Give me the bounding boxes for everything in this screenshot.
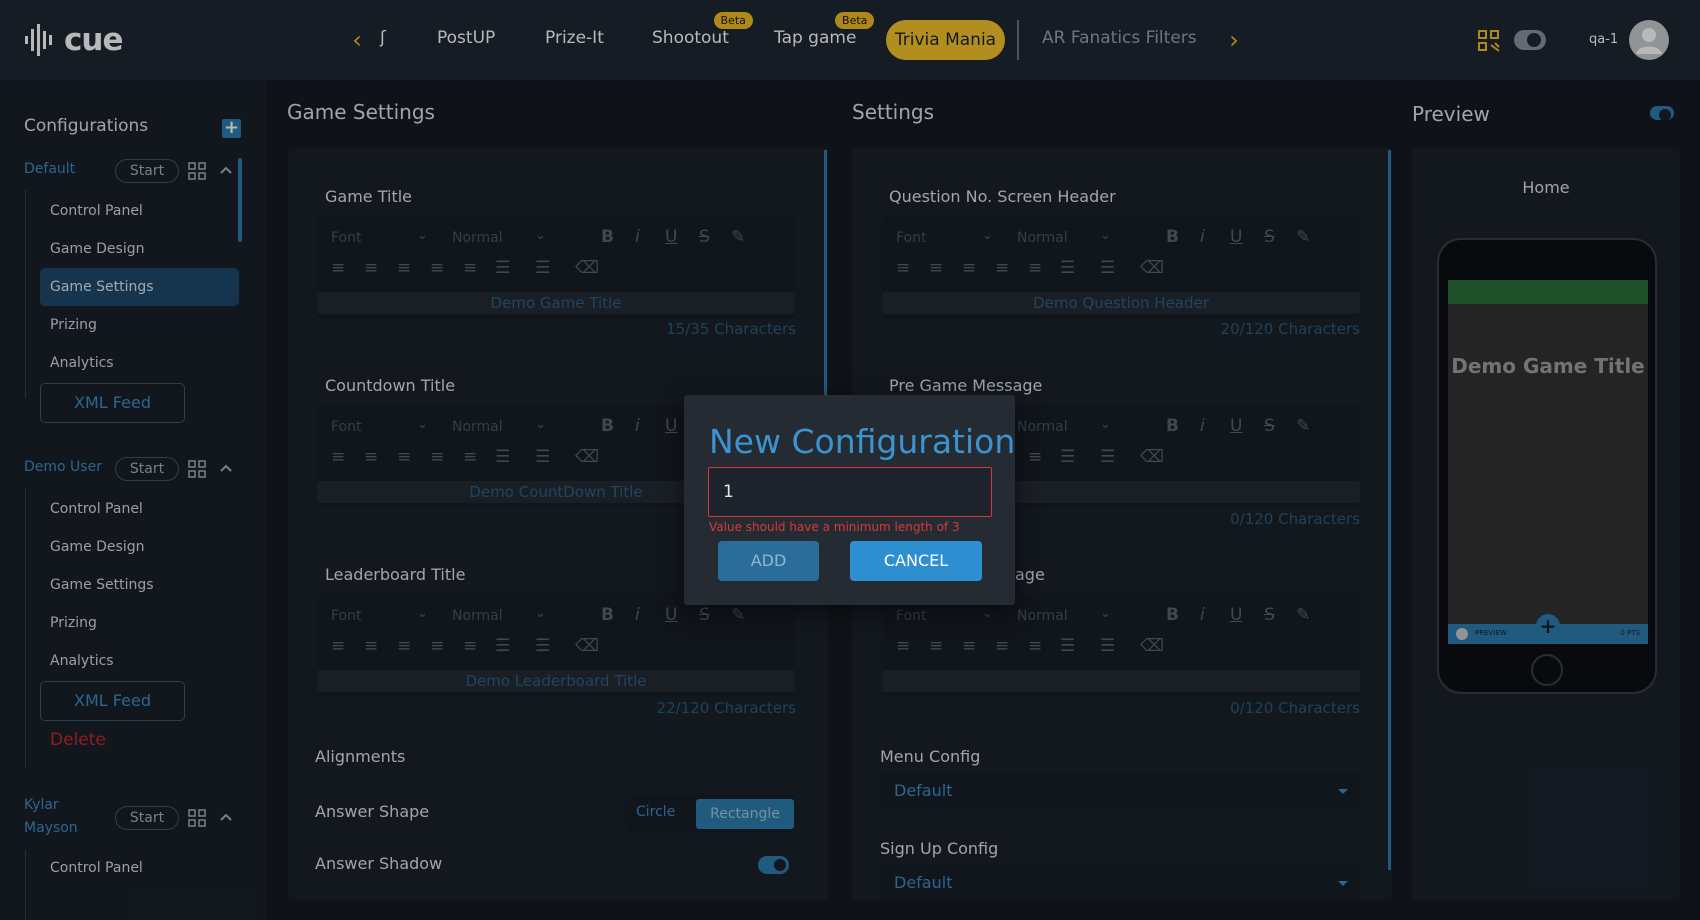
validation-error: Value should have a minimum length of 3 [709,520,960,534]
add-button[interactable]: ADD [718,541,819,581]
configuration-name-input[interactable] [708,467,992,517]
dialog-title: New Configuration [709,422,1016,461]
cancel-button[interactable]: CANCEL [850,541,982,581]
new-configuration-dialog: New Configuration Value should have a mi… [684,395,1015,605]
